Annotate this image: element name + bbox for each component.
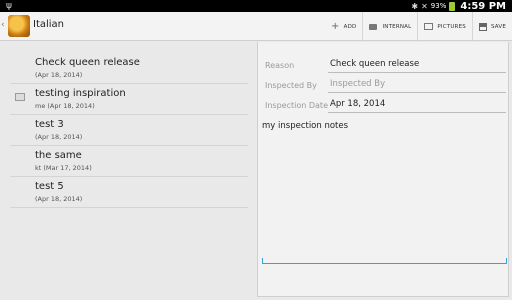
pictures-button-label: PICTURES — [437, 23, 466, 30]
app-logo[interactable] — [8, 15, 30, 37]
pictures-button[interactable]: PICTURES — [417, 12, 472, 41]
up-caret-icon[interactable]: ‹ — [1, 20, 5, 30]
list-item[interactable]: testing inspiration me (Apr 18, 2014) — [10, 85, 248, 115]
list-item[interactable]: test 5 (Apr 18, 2014) — [10, 178, 248, 208]
list-item-title: the same — [35, 150, 82, 161]
list-item[interactable]: the same kt (Mar 17, 2014) — [10, 147, 248, 177]
list-item-title: testing inspiration — [35, 88, 126, 99]
usb-icon: ψ — [6, 1, 12, 11]
save-button[interactable]: SAVE — [471, 12, 512, 41]
list-item-title: test 3 — [35, 119, 64, 130]
battery-icon — [449, 1, 456, 11]
inspection-date-label: Inspection Date — [265, 101, 328, 110]
image-thumbnail-icon — [15, 93, 25, 101]
folder-icon — [369, 23, 378, 30]
plus-icon: + — [331, 20, 340, 32]
clock: 4:59 PM — [460, 0, 506, 12]
save-icon — [478, 22, 487, 31]
mute-icon: ✕ — [421, 1, 428, 11]
list-item[interactable]: test 3 (Apr 18, 2014) — [10, 116, 248, 146]
status-indicators: ✱ ✕ 93% 4:59 PM — [411, 0, 506, 12]
list-item[interactable]: Check queen release (Apr 18, 2014) — [10, 54, 248, 84]
inspected-by-field[interactable]: Inspected By — [328, 79, 506, 93]
internal-button-label: INTERNAL — [382, 23, 412, 30]
inspection-list: Check queen release (Apr 18, 2014) testi… — [0, 42, 256, 300]
save-button-label: SAVE — [490, 23, 506, 30]
list-item-title: Check queen release — [35, 57, 140, 68]
notes-field[interactable]: my inspection notes — [262, 121, 507, 264]
add-button[interactable]: + ADD — [325, 12, 362, 41]
list-item-subtitle: kt (Mar 17, 2014) — [35, 164, 92, 172]
internal-button[interactable]: INTERNAL — [362, 12, 417, 41]
list-item-title: test 5 — [35, 181, 64, 192]
add-button-label: ADD — [343, 23, 357, 30]
reason-label: Reason — [265, 61, 295, 70]
list-item-subtitle: me (Apr 18, 2014) — [35, 102, 95, 110]
list-item-subtitle: (Apr 18, 2014) — [35, 133, 83, 141]
inspected-by-label: Inspected By — [265, 81, 317, 90]
battery-percent: 93% — [430, 2, 447, 10]
bluetooth-icon: ✱ — [411, 1, 419, 11]
inspection-detail: Reason Check queen release Inspected By … — [257, 42, 509, 297]
reason-field[interactable]: Check queen release — [328, 59, 506, 73]
notes-field-edge — [506, 258, 507, 264]
action-buttons: + ADD INTERNAL PICTURES SAVE — [325, 12, 512, 41]
action-bar: ‹ Italian + ADD INTERNAL PICTURES SAVE — [0, 12, 512, 41]
status-bar: ψ ✱ ✕ 93% 4:59 PM — [0, 0, 512, 12]
list-item-subtitle: (Apr 18, 2014) — [35, 71, 83, 79]
notes-field-edge — [262, 258, 263, 264]
list-item-subtitle: (Apr 18, 2014) — [35, 195, 83, 203]
pictures-icon — [424, 23, 434, 30]
page-title: Italian — [33, 19, 65, 30]
inspection-date-field[interactable]: Apr 18, 2014 — [328, 99, 506, 113]
